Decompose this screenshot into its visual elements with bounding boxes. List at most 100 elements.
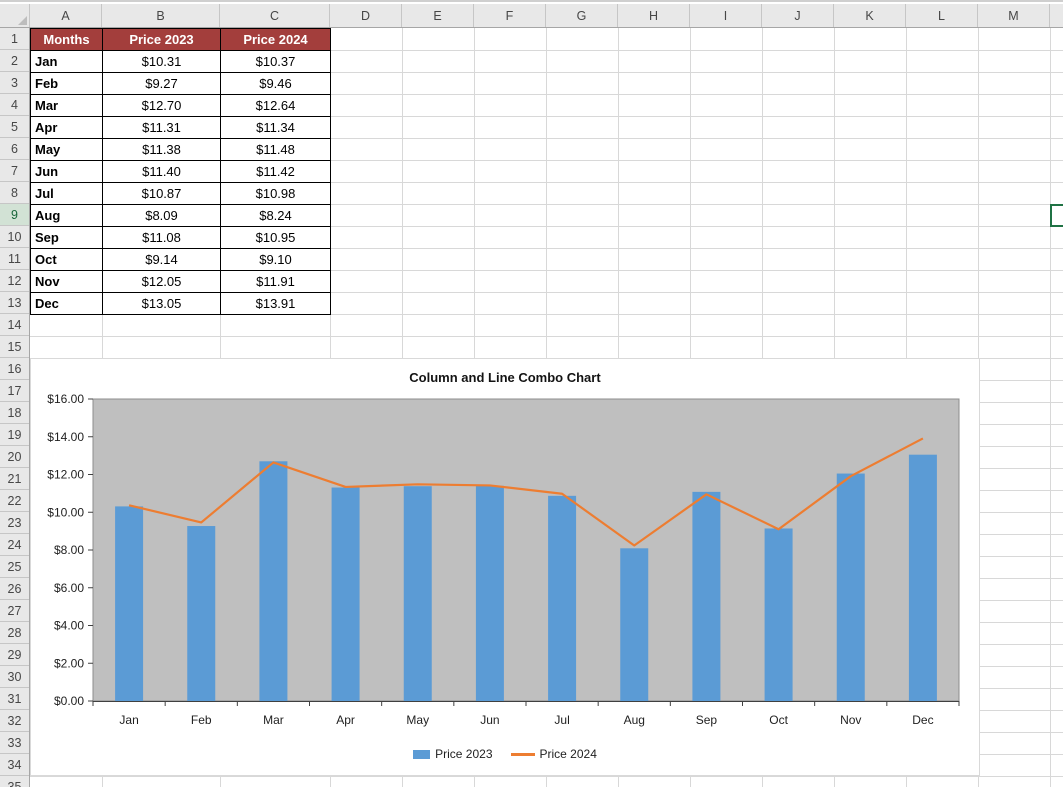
- row-header-32[interactable]: 32: [0, 710, 29, 732]
- row-header-4[interactable]: 4: [0, 94, 29, 116]
- bar-mar[interactable]: [259, 461, 287, 701]
- price-cell[interactable]: $13.91: [221, 293, 331, 315]
- month-cell[interactable]: Jun: [31, 161, 103, 183]
- row-header-33[interactable]: 33: [0, 732, 29, 754]
- month-cell[interactable]: Dec: [31, 293, 103, 315]
- price-cell[interactable]: $11.42: [221, 161, 331, 183]
- month-cell[interactable]: Mar: [31, 95, 103, 117]
- price-cell[interactable]: $11.91: [221, 271, 331, 293]
- price-cell[interactable]: $11.40: [103, 161, 221, 183]
- row-header-8[interactable]: 8: [0, 182, 29, 204]
- price-cell[interactable]: $8.09: [103, 205, 221, 227]
- price-cell[interactable]: $10.95: [221, 227, 331, 249]
- legend-item-price-2024[interactable]: Price 2024: [511, 747, 597, 761]
- month-cell[interactable]: Jan: [31, 51, 103, 73]
- row-header-26[interactable]: 26: [0, 578, 29, 600]
- chart-object[interactable]: $0.00$2.00$4.00$6.00$8.00$10.00$12.00$14…: [30, 358, 980, 776]
- row-header-22[interactable]: 22: [0, 490, 29, 512]
- row-header-25[interactable]: 25: [0, 556, 29, 578]
- price-cell[interactable]: $8.24: [221, 205, 331, 227]
- month-cell[interactable]: Feb: [31, 73, 103, 95]
- column-header-c[interactable]: C: [220, 4, 330, 27]
- column-header-l[interactable]: L: [906, 4, 978, 27]
- bar-jun[interactable]: [476, 486, 504, 701]
- row-header-24[interactable]: 24: [0, 534, 29, 556]
- column-header-g[interactable]: G: [546, 4, 618, 27]
- row-header-15[interactable]: 15: [0, 336, 29, 358]
- row-header-1[interactable]: 1: [0, 28, 29, 50]
- row-header-10[interactable]: 10: [0, 226, 29, 248]
- bar-oct[interactable]: [765, 528, 793, 701]
- row-header-17[interactable]: 17: [0, 380, 29, 402]
- column-header-j[interactable]: J: [762, 4, 834, 27]
- row-header-35[interactable]: 35: [0, 776, 29, 787]
- price-cell[interactable]: $11.31: [103, 117, 221, 139]
- row-header-11[interactable]: 11: [0, 248, 29, 270]
- row-header-30[interactable]: 30: [0, 666, 29, 688]
- row-header-19[interactable]: 19: [0, 424, 29, 446]
- table-header-cell[interactable]: Price 2023: [103, 29, 221, 51]
- row-header-5[interactable]: 5: [0, 116, 29, 138]
- bar-apr[interactable]: [332, 488, 360, 701]
- legend-item-price-2023[interactable]: Price 2023: [413, 747, 492, 761]
- price-cell[interactable]: $10.87: [103, 183, 221, 205]
- bar-jul[interactable]: [548, 496, 576, 701]
- month-cell[interactable]: Oct: [31, 249, 103, 271]
- row-header-31[interactable]: 31: [0, 688, 29, 710]
- sheet-grid[interactable]: $0.00$2.00$4.00$6.00$8.00$10.00$12.00$14…: [30, 28, 1063, 787]
- row-header-6[interactable]: 6: [0, 138, 29, 160]
- row-header-18[interactable]: 18: [0, 402, 29, 424]
- month-cell[interactable]: May: [31, 139, 103, 161]
- price-cell[interactable]: $9.46: [221, 73, 331, 95]
- column-header-d[interactable]: D: [330, 4, 402, 27]
- price-cell[interactable]: $12.70: [103, 95, 221, 117]
- month-cell[interactable]: Aug: [31, 205, 103, 227]
- price-cell[interactable]: $11.34: [221, 117, 331, 139]
- column-header-h[interactable]: H: [618, 4, 690, 27]
- active-cell[interactable]: [1050, 204, 1063, 227]
- select-all-button[interactable]: [0, 4, 30, 27]
- bar-aug[interactable]: [620, 548, 648, 701]
- column-header-b[interactable]: B: [102, 4, 220, 27]
- column-header-k[interactable]: K: [834, 4, 906, 27]
- bar-sep[interactable]: [692, 492, 720, 701]
- row-header-7[interactable]: 7: [0, 160, 29, 182]
- price-cell[interactable]: $9.27: [103, 73, 221, 95]
- row-header-13[interactable]: 13: [0, 292, 29, 314]
- column-header-i[interactable]: I: [690, 4, 762, 27]
- row-header-23[interactable]: 23: [0, 512, 29, 534]
- row-header-27[interactable]: 27: [0, 600, 29, 622]
- row-header-20[interactable]: 20: [0, 446, 29, 468]
- row-header-34[interactable]: 34: [0, 754, 29, 776]
- bar-nov[interactable]: [837, 474, 865, 701]
- month-cell[interactable]: Apr: [31, 117, 103, 139]
- price-cell[interactable]: $11.38: [103, 139, 221, 161]
- price-cell[interactable]: $9.14: [103, 249, 221, 271]
- price-cell[interactable]: $13.05: [103, 293, 221, 315]
- price-cell[interactable]: $12.64: [221, 95, 331, 117]
- month-cell[interactable]: Nov: [31, 271, 103, 293]
- price-cell[interactable]: $11.48: [221, 139, 331, 161]
- bar-jan[interactable]: [115, 506, 143, 701]
- table-header-cell[interactable]: Price 2024: [221, 29, 331, 51]
- price-cell[interactable]: $12.05: [103, 271, 221, 293]
- column-header-a[interactable]: A: [30, 4, 102, 27]
- price-cell[interactable]: $10.37: [221, 51, 331, 73]
- row-header-28[interactable]: 28: [0, 622, 29, 644]
- row-header-21[interactable]: 21: [0, 468, 29, 490]
- row-header-12[interactable]: 12: [0, 270, 29, 292]
- price-cell[interactable]: $10.98: [221, 183, 331, 205]
- bar-dec[interactable]: [909, 455, 937, 701]
- bar-feb[interactable]: [187, 526, 215, 701]
- month-cell[interactable]: Jul: [31, 183, 103, 205]
- column-header-m[interactable]: M: [978, 4, 1050, 27]
- price-cell[interactable]: $11.08: [103, 227, 221, 249]
- row-header-2[interactable]: 2: [0, 50, 29, 72]
- column-header-e[interactable]: E: [402, 4, 474, 27]
- table-header-cell[interactable]: Months: [31, 29, 103, 51]
- bar-may[interactable]: [404, 486, 432, 701]
- price-cell[interactable]: $10.31: [103, 51, 221, 73]
- row-header-16[interactable]: 16: [0, 358, 29, 380]
- row-header-14[interactable]: 14: [0, 314, 29, 336]
- month-cell[interactable]: Sep: [31, 227, 103, 249]
